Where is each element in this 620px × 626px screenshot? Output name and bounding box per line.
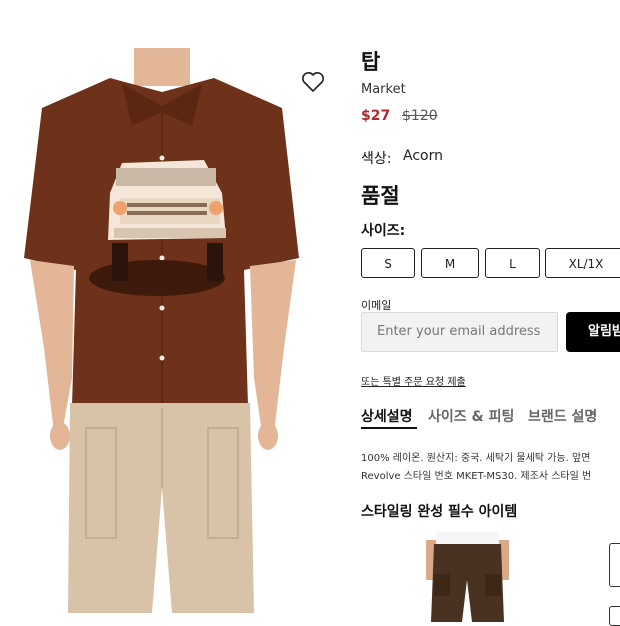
size-label: 사이즈: (361, 223, 406, 239)
active-tab-indicator (361, 427, 417, 429)
email-input[interactable]: Enter your email address (361, 312, 558, 352)
special-order-link[interactable]: 또는 특별 주문 요청 제출 (361, 373, 466, 388)
tab-brand[interactable]: 브랜드 설명 (528, 406, 597, 426)
email-label: 이메일 (361, 299, 392, 312)
original-price: $120 (402, 108, 438, 124)
product-photo (22, 48, 302, 613)
tab-details[interactable]: 상세설명 (361, 406, 413, 426)
description-line: 100% 레이온. 원산지: 중국. 세탁기 물세탁 가능. 앞면 (361, 453, 591, 464)
size-option-l[interactable]: L (485, 248, 540, 278)
size-option-xl[interactable]: XL/1X (545, 248, 620, 278)
recommended-product-image[interactable] (420, 532, 515, 622)
color-value: Acorn (403, 148, 443, 164)
size-option-s[interactable]: S (361, 248, 415, 278)
recommended-item-card[interactable] (609, 543, 620, 587)
brand-name[interactable]: Market (361, 82, 406, 97)
recommended-item-card[interactable] (609, 606, 620, 626)
heart-icon[interactable] (301, 71, 325, 93)
notify-button[interactable]: 알림받 (566, 312, 620, 352)
size-option-m[interactable]: M (421, 248, 479, 278)
styling-section-title: 스타일링 완성 필수 아이템 (361, 504, 518, 520)
product-title: 탑 (361, 50, 381, 74)
sold-out-label: 품절 (361, 184, 400, 208)
color-label: 색상: (361, 151, 392, 167)
sale-price: $27 (361, 108, 391, 124)
tab-size-fit[interactable]: 사이즈 & 피팅 (428, 406, 514, 426)
description-line: Revolve 스타일 번호 MKET-MS30. 제조사 스타일 번 (361, 471, 592, 482)
